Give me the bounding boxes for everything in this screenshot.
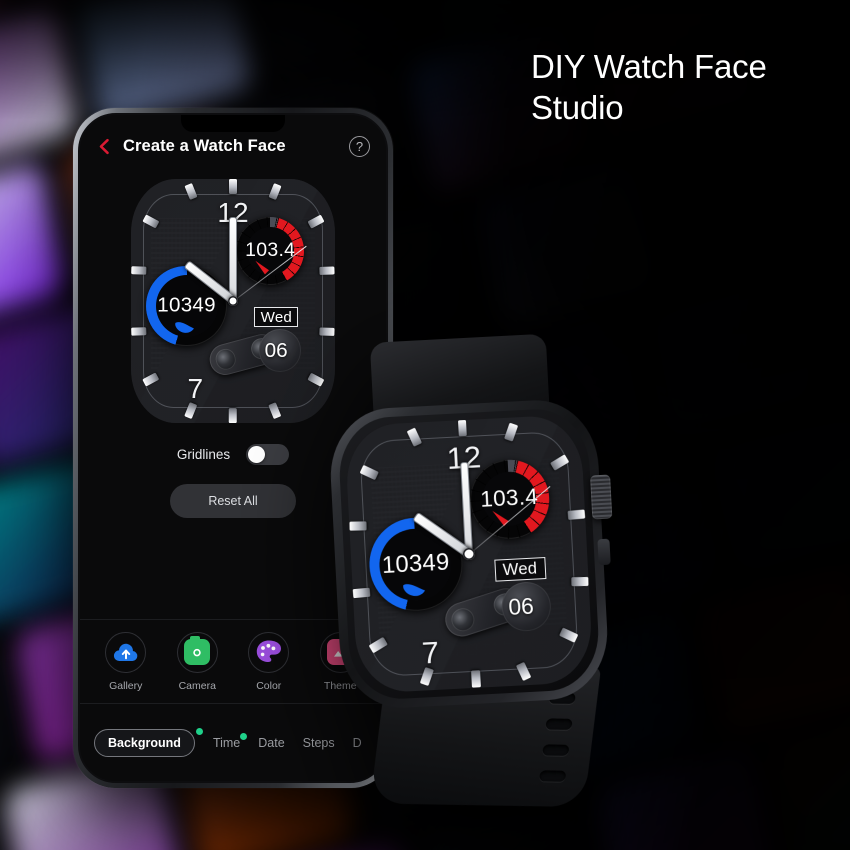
tab-label: D xyxy=(352,735,362,750)
tool-icon-circle xyxy=(105,631,147,673)
band-hole xyxy=(538,770,567,782)
tab-steps[interactable]: Steps xyxy=(303,736,335,750)
numeral-7: 7 xyxy=(187,372,204,404)
band-hole xyxy=(545,718,573,730)
numeral-7: 7 xyxy=(420,634,440,671)
camera-icon xyxy=(184,636,211,665)
tab-label: Background xyxy=(108,735,181,750)
tool-gallery[interactable]: Gallery xyxy=(90,631,162,692)
hour-index-tick xyxy=(319,327,335,336)
watch-bezel: 12 7 103.4 10349 Wed 06 xyxy=(336,406,602,702)
reset-all-button[interactable]: Reset All xyxy=(170,484,296,518)
headline-line-2: Studio xyxy=(531,88,624,126)
headline-line-1: DIY Watch Face xyxy=(531,48,767,85)
tab-label: Steps xyxy=(302,735,335,750)
footprint-icon xyxy=(175,322,194,334)
steps-value: 10349 xyxy=(157,293,216,317)
tool-label: Gallery xyxy=(109,679,143,692)
hour-index-tick xyxy=(567,509,585,521)
hour-index-tick xyxy=(229,179,237,194)
hour-index-tick xyxy=(131,327,147,336)
cloud-upload-icon xyxy=(112,641,140,663)
palette-icon xyxy=(255,639,282,666)
watch-face-preview-wrap: 12 7 103.4 10349 Wed 06 xyxy=(80,179,386,423)
gridlines-label: Gridlines xyxy=(176,447,231,462)
hour-index-tick xyxy=(457,419,468,437)
hour-index-tick xyxy=(353,587,371,599)
tab-status-dot xyxy=(195,727,203,735)
watch-side-button[interactable] xyxy=(597,538,611,566)
tab-bar: Background Time Date Steps D xyxy=(80,703,386,781)
watch-crown[interactable] xyxy=(590,474,613,520)
tab-d[interactable]: D xyxy=(353,736,362,750)
watch-case: 12 7 103.4 10349 Wed 06 xyxy=(327,397,611,711)
tab-date[interactable]: Date xyxy=(258,736,284,750)
watch-face-preview[interactable]: 12 7 103.4 10349 Wed 06 xyxy=(131,179,335,423)
page-title: DIY Watch Face Studio xyxy=(531,47,841,129)
hour-index-tick xyxy=(229,407,237,423)
hour-index-tick xyxy=(319,266,335,275)
date-value: 06 xyxy=(507,592,535,620)
hour-index-tick xyxy=(571,577,589,587)
tab-time[interactable]: Time xyxy=(212,732,248,750)
band-hole xyxy=(542,744,570,756)
hour-index-tick xyxy=(131,266,147,275)
tool-label: Camera xyxy=(178,679,216,692)
footprint-icon xyxy=(403,584,426,597)
app-title: Create a Watch Face xyxy=(123,136,286,155)
toggle-knob xyxy=(248,446,266,463)
lens-eye xyxy=(448,604,478,634)
minute-hand xyxy=(229,216,237,301)
smartwatch-product: 12 7 103.4 10349 Wed 06 xyxy=(327,333,613,808)
hour-index-tick xyxy=(349,521,367,531)
tool-icon-circle xyxy=(176,631,218,673)
tab-status-dot xyxy=(240,732,248,740)
phone-notch xyxy=(181,115,285,132)
date-value: 06 xyxy=(264,338,288,362)
help-circle-icon[interactable]: ? xyxy=(349,135,370,157)
tab-label: Date xyxy=(258,735,285,750)
tool-camera[interactable]: Camera xyxy=(162,631,234,692)
tab-background[interactable]: Background xyxy=(94,727,203,757)
weekday-badge: Wed xyxy=(254,307,299,328)
tool-color[interactable]: Color xyxy=(233,631,305,692)
tool-label: Color xyxy=(256,679,282,692)
steps-value: 10349 xyxy=(381,548,451,579)
watch-face-display: 12 7 103.4 10349 Wed 06 xyxy=(344,414,594,694)
weekday-badge: Wed xyxy=(494,556,546,582)
hour-index-tick xyxy=(470,670,481,688)
chevron-left-icon[interactable] xyxy=(96,138,113,155)
steps-subdial: 10349 xyxy=(146,265,227,347)
lens-eye xyxy=(212,346,238,373)
tab-label: Time xyxy=(212,735,241,750)
heart-rate-subdial: 103.4 xyxy=(236,216,305,286)
tool-icon-circle xyxy=(248,631,290,673)
gridlines-toggle[interactable] xyxy=(246,444,290,465)
